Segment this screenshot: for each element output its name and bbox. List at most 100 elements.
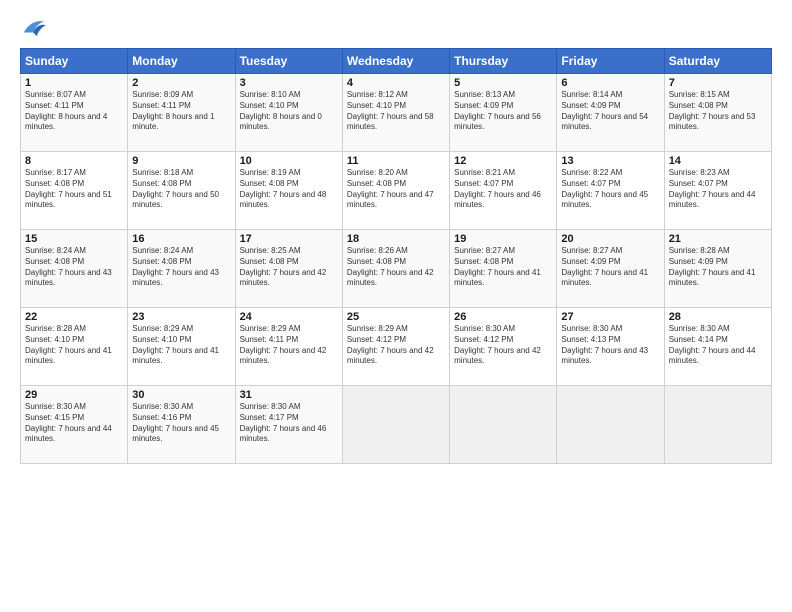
calendar-cell: 5 Sunrise: 8:13 AM Sunset: 4:09 PM Dayli… [450,74,557,152]
day-number: 8 [25,155,123,167]
day-of-week-header: Thursday [450,49,557,74]
day-of-week-header: Wednesday [342,49,449,74]
calendar-cell: 31 Sunrise: 8:30 AM Sunset: 4:17 PM Dayl… [235,386,342,464]
calendar-cell: 4 Sunrise: 8:12 AM Sunset: 4:10 PM Dayli… [342,74,449,152]
calendar-cell: 22 Sunrise: 8:28 AM Sunset: 4:10 PM Dayl… [21,308,128,386]
day-info: Sunrise: 8:30 AM Sunset: 4:14 PM Dayligh… [669,324,767,367]
day-info: Sunrise: 8:30 AM Sunset: 4:17 PM Dayligh… [240,402,338,445]
calendar-cell [664,386,771,464]
day-number: 2 [132,77,230,89]
day-number: 16 [132,233,230,245]
day-of-week-header: Tuesday [235,49,342,74]
day-number: 25 [347,311,445,323]
calendar-cell [450,386,557,464]
day-number: 20 [561,233,659,245]
day-info: Sunrise: 8:24 AM Sunset: 4:08 PM Dayligh… [25,246,123,289]
calendar-cell: 9 Sunrise: 8:18 AM Sunset: 4:08 PM Dayli… [128,152,235,230]
day-info: Sunrise: 8:13 AM Sunset: 4:09 PM Dayligh… [454,90,552,133]
day-info: Sunrise: 8:24 AM Sunset: 4:08 PM Dayligh… [132,246,230,289]
page: SundayMondayTuesdayWednesdayThursdayFrid… [0,0,792,612]
day-info: Sunrise: 8:19 AM Sunset: 4:08 PM Dayligh… [240,168,338,211]
day-number: 6 [561,77,659,89]
day-number: 12 [454,155,552,167]
day-info: Sunrise: 8:26 AM Sunset: 4:08 PM Dayligh… [347,246,445,289]
calendar-cell [557,386,664,464]
day-number: 31 [240,389,338,401]
day-info: Sunrise: 8:30 AM Sunset: 4:12 PM Dayligh… [454,324,552,367]
day-info: Sunrise: 8:15 AM Sunset: 4:08 PM Dayligh… [669,90,767,133]
calendar-cell [342,386,449,464]
day-number: 7 [669,77,767,89]
calendar-cell: 23 Sunrise: 8:29 AM Sunset: 4:10 PM Dayl… [128,308,235,386]
day-info: Sunrise: 8:09 AM Sunset: 4:11 PM Dayligh… [132,90,230,133]
day-number: 29 [25,389,123,401]
day-number: 5 [454,77,552,89]
calendar-cell: 10 Sunrise: 8:19 AM Sunset: 4:08 PM Dayl… [235,152,342,230]
day-info: Sunrise: 8:21 AM Sunset: 4:07 PM Dayligh… [454,168,552,211]
day-info: Sunrise: 8:30 AM Sunset: 4:15 PM Dayligh… [25,402,123,445]
day-of-week-header: Sunday [21,49,128,74]
day-number: 11 [347,155,445,167]
day-info: Sunrise: 8:30 AM Sunset: 4:13 PM Dayligh… [561,324,659,367]
day-number: 4 [347,77,445,89]
day-info: Sunrise: 8:28 AM Sunset: 4:10 PM Dayligh… [25,324,123,367]
calendar-cell: 26 Sunrise: 8:30 AM Sunset: 4:12 PM Dayl… [450,308,557,386]
calendar-cell: 29 Sunrise: 8:30 AM Sunset: 4:15 PM Dayl… [21,386,128,464]
day-info: Sunrise: 8:25 AM Sunset: 4:08 PM Dayligh… [240,246,338,289]
day-number: 1 [25,77,123,89]
calendar-cell: 16 Sunrise: 8:24 AM Sunset: 4:08 PM Dayl… [128,230,235,308]
day-info: Sunrise: 8:29 AM Sunset: 4:11 PM Dayligh… [240,324,338,367]
calendar-cell: 28 Sunrise: 8:30 AM Sunset: 4:14 PM Dayl… [664,308,771,386]
calendar-cell: 25 Sunrise: 8:29 AM Sunset: 4:12 PM Dayl… [342,308,449,386]
calendar-cell: 13 Sunrise: 8:22 AM Sunset: 4:07 PM Dayl… [557,152,664,230]
day-info: Sunrise: 8:07 AM Sunset: 4:11 PM Dayligh… [25,90,123,133]
calendar-cell: 2 Sunrise: 8:09 AM Sunset: 4:11 PM Dayli… [128,74,235,152]
day-info: Sunrise: 8:14 AM Sunset: 4:09 PM Dayligh… [561,90,659,133]
calendar-cell: 19 Sunrise: 8:27 AM Sunset: 4:08 PM Dayl… [450,230,557,308]
day-number: 19 [454,233,552,245]
header [20,16,772,38]
day-number: 26 [454,311,552,323]
day-info: Sunrise: 8:27 AM Sunset: 4:09 PM Dayligh… [561,246,659,289]
day-number: 17 [240,233,338,245]
day-of-week-header: Saturday [664,49,771,74]
day-number: 28 [669,311,767,323]
day-info: Sunrise: 8:23 AM Sunset: 4:07 PM Dayligh… [669,168,767,211]
calendar-cell: 17 Sunrise: 8:25 AM Sunset: 4:08 PM Dayl… [235,230,342,308]
day-number: 9 [132,155,230,167]
calendar-cell: 20 Sunrise: 8:27 AM Sunset: 4:09 PM Dayl… [557,230,664,308]
day-info: Sunrise: 8:20 AM Sunset: 4:08 PM Dayligh… [347,168,445,211]
calendar-header-row: SundayMondayTuesdayWednesdayThursdayFrid… [21,49,772,74]
calendar-cell: 27 Sunrise: 8:30 AM Sunset: 4:13 PM Dayl… [557,308,664,386]
calendar-cell: 24 Sunrise: 8:29 AM Sunset: 4:11 PM Dayl… [235,308,342,386]
day-info: Sunrise: 8:12 AM Sunset: 4:10 PM Dayligh… [347,90,445,133]
calendar-cell: 11 Sunrise: 8:20 AM Sunset: 4:08 PM Dayl… [342,152,449,230]
calendar-cell: 7 Sunrise: 8:15 AM Sunset: 4:08 PM Dayli… [664,74,771,152]
day-number: 14 [669,155,767,167]
calendar-cell: 18 Sunrise: 8:26 AM Sunset: 4:08 PM Dayl… [342,230,449,308]
calendar-cell: 15 Sunrise: 8:24 AM Sunset: 4:08 PM Dayl… [21,230,128,308]
day-number: 24 [240,311,338,323]
calendar-cell: 1 Sunrise: 8:07 AM Sunset: 4:11 PM Dayli… [21,74,128,152]
calendar-cell: 3 Sunrise: 8:10 AM Sunset: 4:10 PM Dayli… [235,74,342,152]
calendar-cell: 21 Sunrise: 8:28 AM Sunset: 4:09 PM Dayl… [664,230,771,308]
day-number: 15 [25,233,123,245]
day-info: Sunrise: 8:27 AM Sunset: 4:08 PM Dayligh… [454,246,552,289]
day-info: Sunrise: 8:29 AM Sunset: 4:10 PM Dayligh… [132,324,230,367]
day-number: 23 [132,311,230,323]
calendar-cell: 8 Sunrise: 8:17 AM Sunset: 4:08 PM Dayli… [21,152,128,230]
day-info: Sunrise: 8:29 AM Sunset: 4:12 PM Dayligh… [347,324,445,367]
day-number: 3 [240,77,338,89]
day-info: Sunrise: 8:30 AM Sunset: 4:16 PM Dayligh… [132,402,230,445]
logo [20,16,52,38]
day-info: Sunrise: 8:18 AM Sunset: 4:08 PM Dayligh… [132,168,230,211]
day-info: Sunrise: 8:22 AM Sunset: 4:07 PM Dayligh… [561,168,659,211]
day-number: 18 [347,233,445,245]
calendar-table: SundayMondayTuesdayWednesdayThursdayFrid… [20,48,772,464]
calendar-cell: 12 Sunrise: 8:21 AM Sunset: 4:07 PM Dayl… [450,152,557,230]
day-number: 22 [25,311,123,323]
day-number: 21 [669,233,767,245]
day-of-week-header: Friday [557,49,664,74]
day-number: 30 [132,389,230,401]
day-number: 10 [240,155,338,167]
